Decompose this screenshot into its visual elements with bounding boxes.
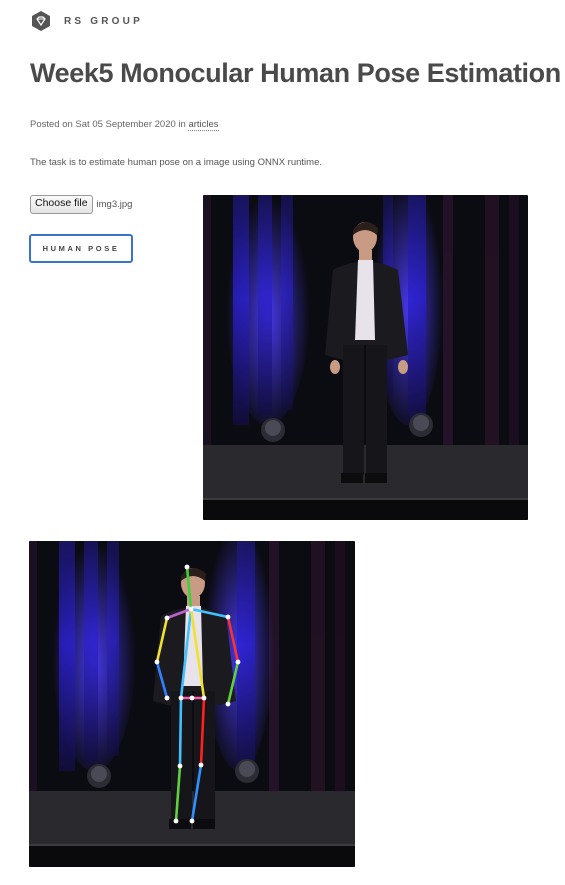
output-image bbox=[29, 541, 355, 867]
pose-result-photo bbox=[29, 541, 355, 867]
post-date: Posted on Sat 05 September 2020 in bbox=[30, 119, 189, 130]
file-input: Choose file img3.jpg bbox=[30, 195, 132, 214]
selected-file-name: img3.jpg bbox=[96, 199, 133, 210]
choose-file-button[interactable]: Choose file bbox=[30, 195, 93, 214]
page-title: Week5 Monocular Human Pose Estimation bbox=[30, 58, 561, 88]
diamond-gem-icon[interactable] bbox=[30, 10, 52, 32]
human-pose-button[interactable]: HUMAN POSE bbox=[29, 234, 133, 263]
stage-photo bbox=[203, 195, 528, 520]
brand-name[interactable]: RS GROUP bbox=[64, 16, 143, 27]
article-description: The task is to estimate human pose on a … bbox=[30, 157, 322, 168]
category-link[interactable]: articles bbox=[188, 119, 219, 131]
post-meta: Posted on Sat 05 September 2020 in artic… bbox=[30, 119, 219, 131]
site-header: RS GROUP bbox=[30, 10, 143, 32]
input-image bbox=[203, 195, 528, 520]
